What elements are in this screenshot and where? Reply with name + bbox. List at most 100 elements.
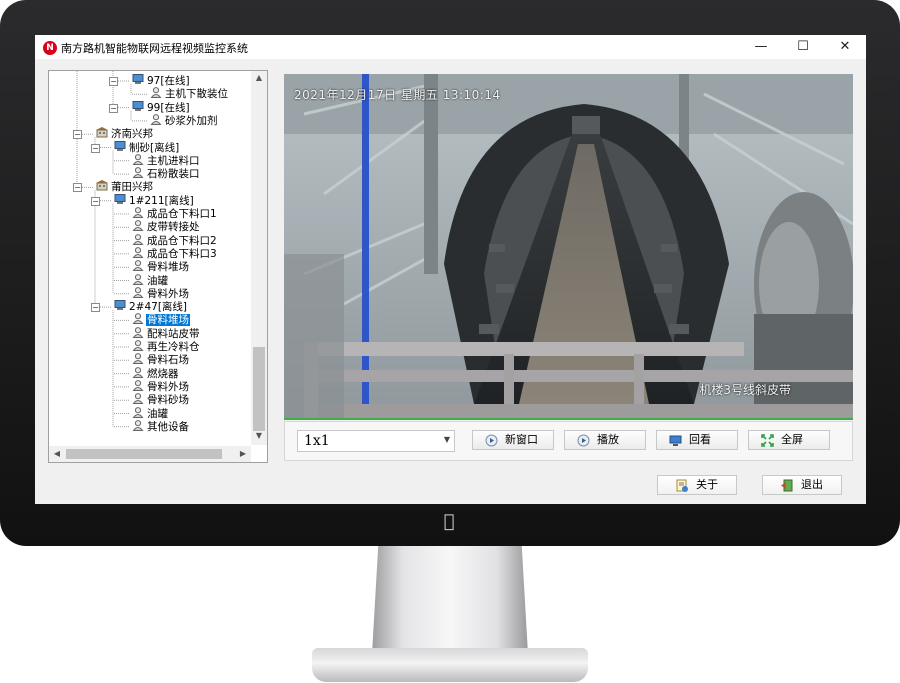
collapse-toggle-icon[interactable]: − xyxy=(109,103,118,113)
title-bar: N 南方路机智能物联网远程视频监控系统 — ☐ ✕ xyxy=(35,35,866,59)
camera-user-icon xyxy=(150,113,162,125)
computer-icon xyxy=(132,74,144,85)
play-circle-icon xyxy=(485,434,498,447)
tree-item-label: 骨料堆场 xyxy=(147,261,189,274)
camera-user-icon xyxy=(132,340,144,351)
layout-select-value: 1x1 xyxy=(304,433,330,449)
computer-icon xyxy=(114,300,126,311)
camera-user-icon xyxy=(132,167,144,179)
collapse-toggle-icon[interactable]: − xyxy=(73,183,82,193)
scroll-left-icon[interactable]: ◀ xyxy=(50,447,64,461)
tree-item-label: 制砂[离线] xyxy=(129,141,180,154)
tree-item[interactable]: 骨料堆场 xyxy=(132,260,190,273)
tree-item[interactable]: 莆田兴邦 xyxy=(96,180,154,193)
tree-item[interactable]: 主机下散装位 xyxy=(150,87,229,100)
tree-item[interactable]: 骨料外场 xyxy=(132,379,190,393)
tree-item[interactable]: 1#211[离线] xyxy=(114,193,195,207)
exit-button[interactable]: 退出 xyxy=(762,475,842,495)
camera-user-icon xyxy=(132,366,144,378)
tree-item[interactable]: 济南兴邦 xyxy=(96,127,154,140)
camera-user-icon xyxy=(132,260,144,272)
camera-user-icon xyxy=(132,326,144,338)
new-window-button[interactable]: 新窗口 xyxy=(472,430,554,450)
exit-label: 退出 xyxy=(801,478,823,491)
tree-item[interactable]: 再生冷料仓 xyxy=(132,340,201,353)
camera-user-icon xyxy=(132,393,144,405)
tree-item-label: 成品仓下料口2 xyxy=(147,234,217,247)
tree-item[interactable]: 石粉散装口 xyxy=(132,167,201,180)
scroll-up-icon[interactable]: ▲ xyxy=(252,71,266,85)
tree-item[interactable]: 皮带转接处 xyxy=(132,220,201,233)
collapse-toggle-icon[interactable]: − xyxy=(91,196,100,206)
play-circle-icon xyxy=(577,434,590,447)
fullscreen-label: 全屏 xyxy=(781,433,803,446)
app-logo-icon: N xyxy=(43,41,57,55)
collapse-toggle-icon[interactable]: − xyxy=(109,77,118,86)
playback-button[interactable]: 回看 xyxy=(656,430,738,450)
tree-horizontal-scrollbar[interactable]: ◀ ▶ xyxy=(49,446,251,462)
tree-vertical-scrollbar[interactable]: ▲ ▼ xyxy=(251,71,267,445)
collapse-toggle-icon[interactable]: − xyxy=(91,303,100,313)
tree-item-label: 莆田兴邦 xyxy=(111,181,153,194)
play-button[interactable]: 播放 xyxy=(564,430,646,450)
tree-item[interactable]: 成品仓下料口3 xyxy=(132,246,218,260)
tree-item[interactable]: 成品仓下料口1 xyxy=(132,207,218,220)
new-window-label: 新窗口 xyxy=(505,433,538,446)
tree-item[interactable]: 制砂[离线] xyxy=(114,140,180,154)
minimize-button[interactable]: — xyxy=(740,35,782,59)
computer-icon xyxy=(132,100,144,112)
video-timestamp: 2021年12月17日 星期五 13:10:14 xyxy=(294,88,501,102)
tree-item[interactable]: 骨料堆场 xyxy=(132,313,190,327)
close-button[interactable]: ✕ xyxy=(824,35,866,59)
scroll-right-icon[interactable]: ▶ xyxy=(236,447,250,461)
tree-item[interactable]: 骨料砂场 xyxy=(132,393,190,406)
tree-item[interactable]: 主机进料口 xyxy=(132,153,201,167)
device-tree[interactable]: 97[在线] − 主机下散装位 99[在线] − 砂浆外加剂 济南兴邦 − 制砂[离线] − 主机进… xyxy=(48,70,268,463)
about-button[interactable]: 关于 xyxy=(657,475,737,495)
tree-item[interactable]: 99[在线] xyxy=(132,100,191,114)
building-icon xyxy=(96,127,108,138)
exit-icon xyxy=(781,479,793,492)
tree-item-label: 97[在线] xyxy=(147,75,190,87)
layout-select[interactable]: 1x1 ▼ xyxy=(297,430,455,452)
collapse-toggle-icon[interactable]: − xyxy=(91,143,100,153)
fullscreen-button[interactable]: 全屏 xyxy=(748,430,830,450)
tree-item[interactable]: 配料站皮带 xyxy=(132,326,201,340)
video-view[interactable]: 2021年12月17日 星期五 13:10:14 机楼3号线斜皮带 xyxy=(284,74,853,418)
vertical-scroll-thumb[interactable] xyxy=(253,347,265,431)
maximize-button[interactable]: ☐ xyxy=(782,35,824,59)
horizontal-scroll-thumb[interactable] xyxy=(66,449,222,459)
tree-item-label: 再生冷料仓 xyxy=(147,341,200,353)
chevron-down-icon[interactable]: ▼ xyxy=(444,435,450,444)
scroll-down-icon[interactable]: ▼ xyxy=(252,429,266,443)
tree-item[interactable]: 砂浆外加剂 xyxy=(150,113,219,127)
tree-item[interactable]: 成品仓下料口2 xyxy=(132,233,218,247)
control-bar: 1x1 ▼ 新窗口 播放 回看 全屏 xyxy=(284,421,853,461)
tree-item[interactable]: 97[在线] xyxy=(132,74,191,87)
tree-item[interactable]: 骨料石场 xyxy=(132,353,190,366)
collapse-toggle-icon[interactable]: − xyxy=(73,130,82,140)
tree-item[interactable]: 燃烧器 xyxy=(132,366,180,380)
tree-item-label: 油罐 xyxy=(147,407,168,420)
tree-item-label: 骨料外场 xyxy=(147,287,189,300)
camera-user-icon xyxy=(132,233,144,245)
tree-item[interactable]: 油罐 xyxy=(132,406,169,420)
monitor-icon xyxy=(669,435,682,446)
tree-item[interactable]: 2#47[离线] xyxy=(114,300,188,313)
tree-item-label: 济南兴邦 xyxy=(111,128,153,141)
camera-user-icon xyxy=(132,286,144,298)
tree-item-label: 配料站皮带 xyxy=(147,327,200,340)
about-icon xyxy=(676,479,688,492)
tree-item[interactable]: 骨料外场 xyxy=(132,286,190,300)
tree-item-label: 99[在线] xyxy=(147,101,190,114)
about-label: 关于 xyxy=(696,478,718,491)
tree-item-label: 1#211[离线] xyxy=(129,194,194,207)
tree-item-label: 砂浆外加剂 xyxy=(165,114,218,127)
tree-item[interactable]: 油罐 xyxy=(132,273,169,287)
app-window: N 南方路机智能物联网远程视频监控系统 — ☐ ✕ 97[在线] − 主机下散装位 9… xyxy=(35,35,866,504)
tree-item[interactable]: 其他设备 xyxy=(132,419,190,433)
camera-user-icon xyxy=(132,207,144,218)
channel-name-overlay: 机楼3号线斜皮带 xyxy=(699,383,791,397)
playback-label: 回看 xyxy=(689,433,711,446)
apple-logo-icon:  xyxy=(440,512,458,532)
